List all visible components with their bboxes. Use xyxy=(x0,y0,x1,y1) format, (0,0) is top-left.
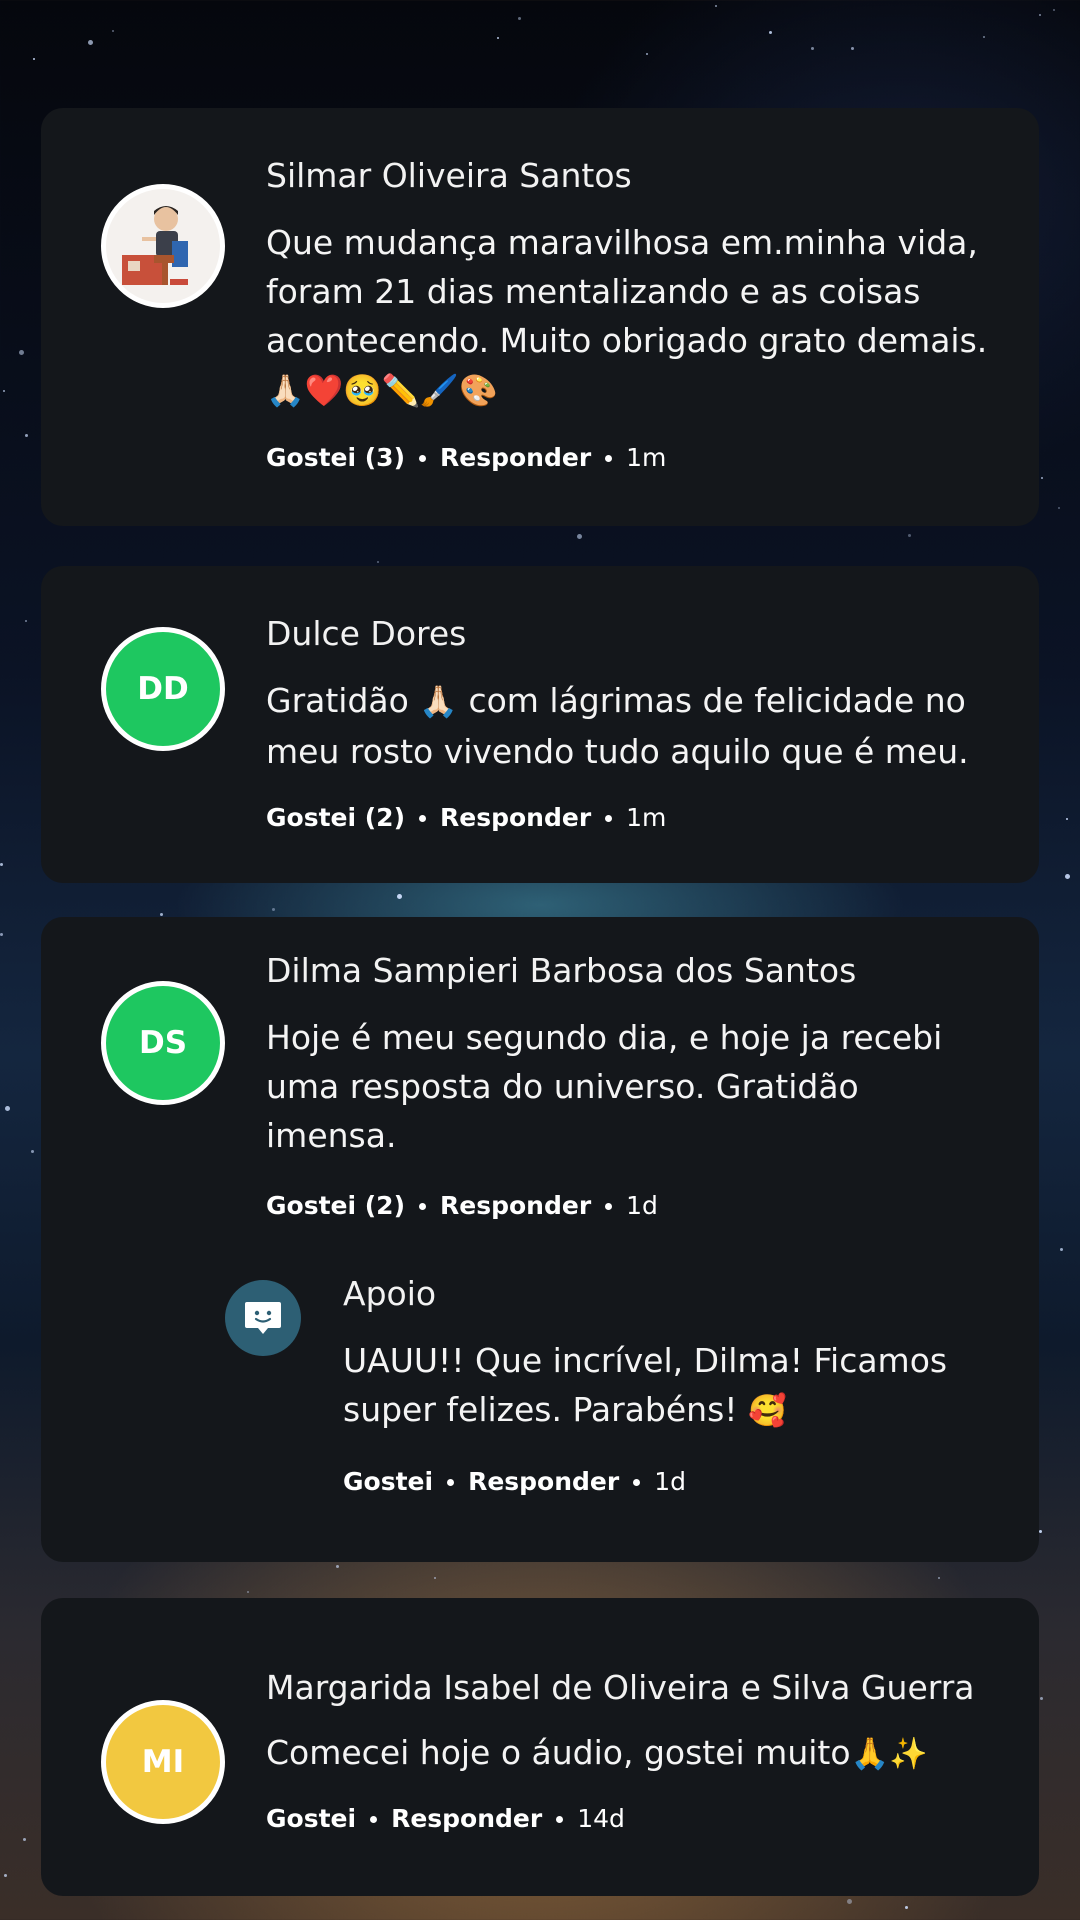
star xyxy=(23,1838,26,1841)
comment: Silmar Oliveira Santos Que mudança marav… xyxy=(41,108,1039,474)
avatar-initials: DS xyxy=(138,1025,188,1061)
support-avatar[interactable] xyxy=(225,1280,301,1356)
star xyxy=(4,1874,7,1877)
like-button[interactable]: Gostei (2) xyxy=(266,1190,405,1222)
like-button[interactable]: Gostei xyxy=(266,1803,356,1835)
star xyxy=(851,47,854,50)
star xyxy=(1039,14,1041,16)
star xyxy=(25,620,27,622)
separator-dot xyxy=(605,1202,613,1210)
comment-time: 1d xyxy=(626,1191,658,1220)
comment-actions: Gostei (3) Responder 1m xyxy=(266,442,999,474)
comments-feed: Silmar Oliveira Santos Que mudança marav… xyxy=(41,108,1039,1920)
star xyxy=(0,933,3,936)
star xyxy=(1040,1697,1043,1700)
reply-actions: Gostei Responder 1d xyxy=(343,1466,999,1498)
comment-author: Dilma Sampieri Barbosa dos Santos xyxy=(266,951,857,990)
comment-actions: Gostei (2) Responder 1m xyxy=(266,802,999,834)
separator-dot xyxy=(419,1202,427,1210)
avatar[interactable]: MI xyxy=(101,1700,225,1824)
comment-author: Margarida Isabel de Oliveira e Silva Gue… xyxy=(266,1668,975,1707)
star xyxy=(112,30,114,32)
comment-text-content: Que mudança maravilhosa em.minha vida, f… xyxy=(266,223,988,360)
comment-card: MI Margarida Isabel de Oliveira e Silva … xyxy=(41,1598,1039,1896)
comment-time: 1m xyxy=(626,803,667,832)
star xyxy=(1065,874,1070,879)
star xyxy=(25,434,28,437)
star xyxy=(715,5,717,7)
star xyxy=(646,53,648,55)
like-button[interactable]: Gostei (3) xyxy=(266,442,405,474)
reply-author: Apoio xyxy=(343,1274,437,1313)
star xyxy=(0,863,3,866)
comment-card: Silmar Oliveira Santos Que mudança marav… xyxy=(41,108,1039,526)
star xyxy=(983,36,985,38)
avatar-initials: MI xyxy=(141,1744,185,1780)
separator-dot xyxy=(419,454,427,462)
like-button[interactable]: Gostei (2) xyxy=(266,802,405,834)
comment: MI Margarida Isabel de Oliveira e Silva … xyxy=(41,1598,1039,1835)
comment-card: DD Dulce Dores Gratidão 🙏🏻 com lágrimas … xyxy=(41,566,1039,883)
star xyxy=(518,17,521,20)
comment-author: Dulce Dores xyxy=(266,614,467,653)
comment-time: 1m xyxy=(626,443,667,472)
star xyxy=(1041,477,1043,479)
star xyxy=(497,37,499,39)
user-photo-icon xyxy=(106,189,220,303)
comment: DS Dilma Sampieri Barbosa dos Santos Hoj… xyxy=(41,917,1039,1222)
star xyxy=(1066,818,1068,820)
comment-actions: Gostei Responder 14d xyxy=(266,1803,999,1835)
comment-card: DS Dilma Sampieri Barbosa dos Santos Hoj… xyxy=(41,917,1039,1562)
support-reply: Apoio UAUU!! Que incrível, Dilma! Ficamo… xyxy=(41,1222,1039,1498)
star xyxy=(3,390,5,392)
reply-button[interactable]: Responder xyxy=(391,1803,542,1835)
avatar[interactable]: DD xyxy=(101,627,225,751)
avatar[interactable]: DS xyxy=(101,981,225,1105)
star xyxy=(811,47,814,50)
comment-actions: Gostei (2) Responder 1d xyxy=(266,1190,999,1222)
reply-emoji: 🥰 xyxy=(748,1393,787,1429)
comment-emojis: 🙏✨ xyxy=(850,1736,928,1772)
star xyxy=(769,31,772,34)
comment-text-start: Gratidão xyxy=(266,681,409,720)
avatar-initials: DD xyxy=(137,671,189,707)
separator-dot xyxy=(419,814,427,822)
comment-text: Gratidão 🙏🏻 com lágrimas de felicidade n… xyxy=(266,676,999,776)
star xyxy=(1039,1530,1042,1533)
reply-button[interactable]: Responder xyxy=(468,1466,619,1498)
reply-button[interactable]: Responder xyxy=(440,802,591,834)
comment-time: 14d xyxy=(577,1804,625,1833)
star xyxy=(5,1106,10,1111)
separator-dot xyxy=(370,1815,378,1823)
separator-dot xyxy=(447,1478,455,1486)
star xyxy=(1053,9,1055,11)
reply-button[interactable]: Responder xyxy=(440,442,591,474)
comment-emojis: 🙏🏻❤️🥹✏️🖌️🎨 xyxy=(266,373,498,409)
avatar[interactable] xyxy=(101,184,225,308)
star xyxy=(88,40,93,45)
comment-text-content: Comecei hoje o áudio, gostei muito xyxy=(266,1733,851,1772)
reply-time: 1d xyxy=(654,1467,686,1496)
star xyxy=(1060,1248,1063,1251)
reply-text-content: UAUU!! Que incrível, Dilma! Ficamos supe… xyxy=(343,1341,948,1429)
reply-button[interactable]: Responder xyxy=(440,1190,591,1222)
separator-dot xyxy=(633,1478,641,1486)
comment-text: Hoje é meu segundo dia, e hoje ja recebi… xyxy=(266,1018,943,1155)
separator-dot xyxy=(605,454,613,462)
comment-author: Silmar Oliveira Santos xyxy=(266,156,632,195)
comment-text: Comecei hoje o áudio, gostei muito🙏✨ xyxy=(266,1728,999,1779)
reply-text: UAUU!! Que incrível, Dilma! Ficamos supe… xyxy=(343,1336,999,1436)
star xyxy=(19,350,24,355)
like-button[interactable]: Gostei xyxy=(343,1466,433,1498)
star xyxy=(31,1150,34,1153)
star xyxy=(1058,507,1060,509)
comment-inline-emoji: 🙏🏻 xyxy=(419,684,458,720)
chat-bubble-icon xyxy=(245,1302,281,1334)
separator-dot xyxy=(605,814,613,822)
star xyxy=(33,58,35,60)
comment-text: Que mudança maravilhosa em.minha vida, f… xyxy=(266,218,999,416)
comment: DD Dulce Dores Gratidão 🙏🏻 com lágrimas … xyxy=(41,566,1039,834)
separator-dot xyxy=(556,1815,564,1823)
